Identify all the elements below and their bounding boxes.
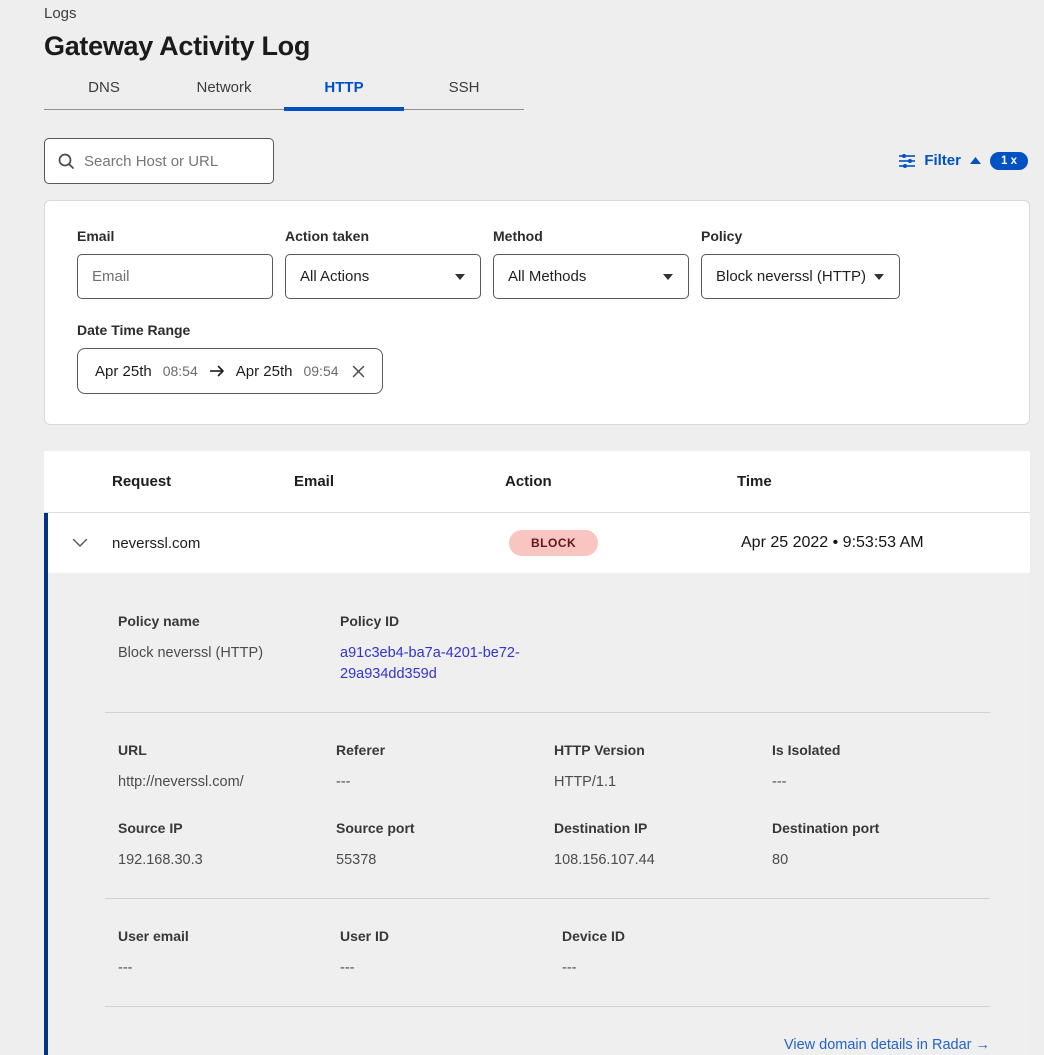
destination-ip-label: Destination IP xyxy=(554,820,756,836)
arrow-right-icon xyxy=(209,365,225,377)
referer-label: Referer xyxy=(336,742,538,758)
action-taken-value: All Actions xyxy=(300,268,369,285)
method-select[interactable]: All Methods xyxy=(493,254,689,299)
email-filter-label: Email xyxy=(77,228,273,244)
policy-id-link[interactable]: a91c3eb4-ba7a-4201-be72-29a934dd359d xyxy=(340,643,526,685)
policy-section: Policy name Block neverssl (HTTP) Policy… xyxy=(118,613,990,712)
user-email-label: User email xyxy=(118,928,324,944)
table-header-row: Request Email Action Time xyxy=(44,451,1030,513)
device-id-label: Device ID xyxy=(562,928,768,944)
filter-sliders-icon xyxy=(898,153,916,169)
email-filter-field: Email xyxy=(77,228,273,299)
breadcrumb[interactable]: Logs xyxy=(44,0,1030,22)
http-request-section: URL http://neverssl.com/ Referer --- HTT… xyxy=(118,713,990,820)
caret-down-icon xyxy=(873,273,885,281)
network-section: Source IP 192.168.30.3 Source port 55378… xyxy=(118,820,990,898)
activity-log-table: Request Email Action Time neverssl.com B… xyxy=(44,451,1030,1055)
start-time[interactable]: 08:54 xyxy=(163,363,198,379)
filter-controls[interactable]: Filter 1 x xyxy=(898,152,1030,171)
column-header-email: Email xyxy=(294,473,505,490)
action-taken-label: Action taken xyxy=(285,228,481,244)
destination-ip-value: 108.156.107.44 xyxy=(554,850,756,871)
source-ip-value: 192.168.30.3 xyxy=(118,850,320,871)
search-box[interactable] xyxy=(44,138,274,184)
user-id-value: --- xyxy=(340,958,546,979)
block-status-badge: BLOCK xyxy=(509,530,598,556)
end-time[interactable]: 09:54 xyxy=(303,363,338,379)
source-ip-label: Source IP xyxy=(118,820,320,836)
destination-port-label: Destination port xyxy=(772,820,974,836)
policy-name-value: Block neverssl (HTTP) xyxy=(118,643,324,664)
filter-count-badge[interactable]: 1 x xyxy=(990,152,1028,171)
policy-select[interactable]: Block neverssl (HTTP) xyxy=(701,254,900,299)
user-section: User email --- User ID --- Device ID --- xyxy=(118,899,990,1006)
radar-link-row: View domain details in Radar → xyxy=(118,1007,990,1054)
url-label: URL xyxy=(118,742,320,758)
action-taken-field: Action taken All Actions xyxy=(285,228,481,299)
start-date[interactable]: Apr 25th xyxy=(95,363,152,380)
user-id-label: User ID xyxy=(340,928,546,944)
tab-dns[interactable]: DNS xyxy=(44,79,164,109)
clear-date-range-icon[interactable] xyxy=(352,365,365,378)
method-label: Method xyxy=(493,228,689,244)
column-header-action: Action xyxy=(505,473,737,490)
policy-field: Policy Block neverssl (HTTP) xyxy=(701,228,900,299)
toolbar: Filter 1 x xyxy=(44,138,1030,184)
http-version-value: HTTP/1.1 xyxy=(554,772,756,793)
view-domain-details-radar-link[interactable]: View domain details in Radar → xyxy=(784,1037,990,1053)
column-header-time: Time xyxy=(737,473,1030,490)
expanded-row-details: Policy name Block neverssl (HTTP) Policy… xyxy=(44,573,1030,1055)
caret-up-icon xyxy=(969,156,982,165)
tab-ssh[interactable]: SSH xyxy=(404,79,524,109)
tab-http[interactable]: HTTP xyxy=(284,79,404,109)
caret-down-icon xyxy=(662,273,674,281)
user-email-value: --- xyxy=(118,958,324,979)
policy-id-label: Policy ID xyxy=(340,613,546,629)
date-time-range-label: Date Time Range xyxy=(77,322,997,338)
source-port-label: Source port xyxy=(336,820,538,836)
email-filter-input[interactable] xyxy=(77,254,273,299)
row-time: Apr 25 2022 • 9:53:53 AM xyxy=(741,534,1030,552)
end-date[interactable]: Apr 25th xyxy=(236,363,293,380)
table-row[interactable]: neverssl.com BLOCK Apr 25 2022 • 9:53:53… xyxy=(44,513,1030,573)
policy-name-label: Policy name xyxy=(118,613,324,629)
date-time-range-field: Date Time Range Apr 25th 08:54 Apr 25th … xyxy=(77,322,997,394)
policy-label: Policy xyxy=(701,228,900,244)
page-title: Gateway Activity Log xyxy=(44,31,1030,62)
chevron-down-icon[interactable] xyxy=(72,538,88,548)
policy-value: Block neverssl (HTTP) xyxy=(716,268,866,285)
method-field: Method All Methods xyxy=(493,228,689,299)
search-input[interactable] xyxy=(84,153,283,170)
destination-port-value: 80 xyxy=(772,850,974,871)
referer-value: --- xyxy=(336,772,538,793)
caret-down-icon xyxy=(454,273,466,281)
method-value: All Methods xyxy=(508,268,586,285)
is-isolated-value: --- xyxy=(772,772,974,793)
url-value: http://neverssl.com/ xyxy=(118,772,320,793)
tab-bar: DNS Network HTTP SSH xyxy=(44,79,524,110)
http-version-label: HTTP Version xyxy=(554,742,756,758)
filter-panel: Email Action taken All Actions Method Al… xyxy=(44,200,1030,425)
filter-button[interactable]: Filter xyxy=(924,152,961,169)
is-isolated-label: Is Isolated xyxy=(772,742,974,758)
column-header-request: Request xyxy=(44,473,294,490)
source-port-value: 55378 xyxy=(336,850,538,871)
gateway-activity-page: Logs Gateway Activity Log DNS Network HT… xyxy=(0,0,1044,1055)
date-range-picker[interactable]: Apr 25th 08:54 Apr 25th 09:54 xyxy=(77,348,383,394)
device-id-value: --- xyxy=(562,958,768,979)
action-taken-select[interactable]: All Actions xyxy=(285,254,481,299)
row-action: BLOCK xyxy=(509,530,741,556)
tab-network[interactable]: Network xyxy=(164,79,284,109)
search-icon xyxy=(57,152,75,170)
